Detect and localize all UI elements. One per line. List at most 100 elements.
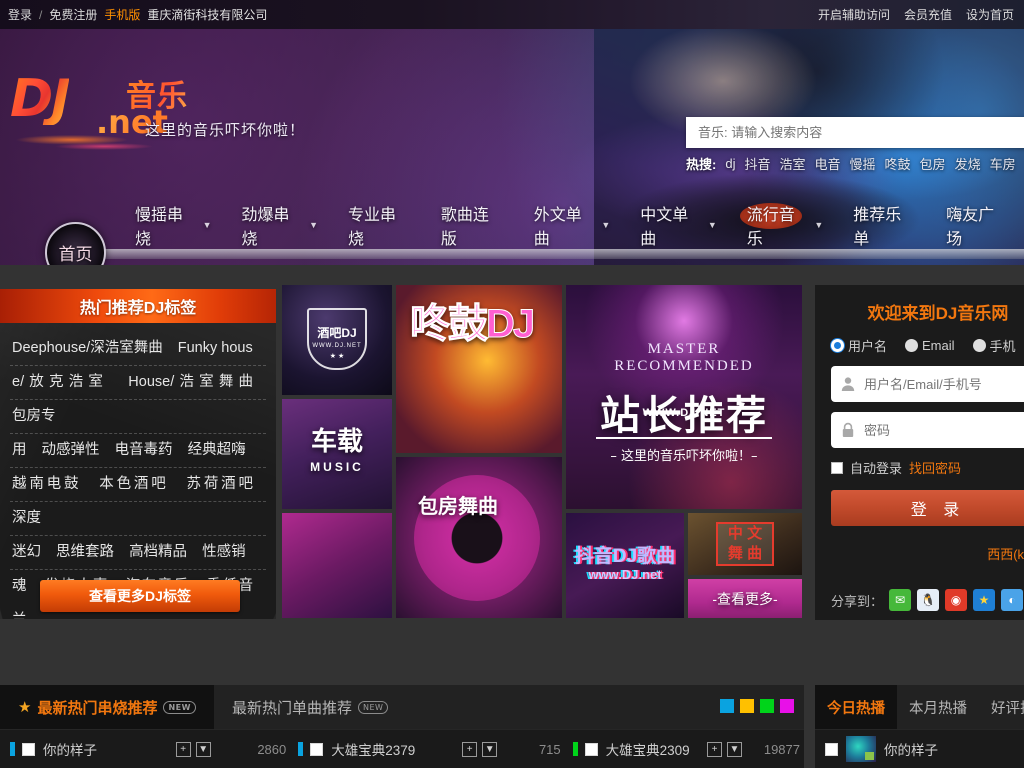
nav-item-1[interactable]: 劲爆串烧 ▼ xyxy=(227,201,334,249)
tab-month-hot[interactable]: 本月热播 xyxy=(897,685,979,729)
tag-link[interactable]: 用 xyxy=(12,442,27,458)
tab-latest-single[interactable]: 最新热门单曲推荐 NEW xyxy=(214,685,406,729)
thumb-chinese-dance[interactable]: 中 文 舞 曲 xyxy=(688,513,802,575)
view-more-thumb-button[interactable]: -查看更多- xyxy=(688,579,802,618)
accessibility-link[interactable]: 开启辅助访问 xyxy=(818,6,890,23)
thumb-bar-dj[interactable]: 酒吧DJ WWW.DJ.NET ★ ★ xyxy=(282,285,392,395)
thumb-mic-dj[interactable]: 包房舞曲 xyxy=(396,457,562,618)
hot-tag-4[interactable]: 慢摇 xyxy=(850,154,876,173)
tag-link[interactable]: House/浩室舞曲 xyxy=(128,374,253,390)
color-dot-yellow[interactable] xyxy=(740,699,754,713)
nav-item-0[interactable]: 慢摇串烧 ▼ xyxy=(120,201,227,249)
username-input[interactable] xyxy=(864,368,1024,400)
tag-link[interactable]: Deephouse/深浩室舞曲 xyxy=(12,340,163,356)
nav-item-8[interactable]: 嗨友广场 xyxy=(931,201,1024,249)
hot-tag-7[interactable]: 发烧 xyxy=(955,154,981,173)
thumb-master-recommended[interactable]: MASTER RECOMMENDED 站长推荐 WWW.DJ.NET – 这里的… xyxy=(566,285,802,509)
tag-link[interactable]: Funky hous xyxy=(178,340,253,356)
tag-link[interactable]: 高档精品 xyxy=(129,544,187,560)
tag-link[interactable]: 思维套路 xyxy=(56,544,114,560)
radio-phone[interactable]: 手机 xyxy=(972,336,1016,355)
song-checkbox[interactable] xyxy=(22,742,35,756)
tag-link[interactable]: 动感弹性 xyxy=(42,442,100,458)
thumb-douyin-dj[interactable]: 抖音DJ歌曲 www.DJ.net xyxy=(566,513,684,618)
hot-tag-1[interactable]: 抖音 xyxy=(744,154,770,173)
tab-latest-mix[interactable]: ★ 最新热门串烧推荐 NEW xyxy=(0,685,214,729)
song-add-button[interactable]: + xyxy=(707,741,722,757)
tag-link[interactable]: 深度 xyxy=(12,510,41,526)
song-download-button[interactable]: ▼ xyxy=(727,741,742,757)
song-title[interactable]: 你的样子 xyxy=(43,739,97,759)
username-field-wrap[interactable] xyxy=(831,366,1024,402)
tag-link[interactable]: 包房专 xyxy=(12,408,56,424)
more-dj-tags-button[interactable]: 查看更多DJ标签 xyxy=(40,580,240,612)
promo-thumbnail-grid: 酒吧DJ WWW.DJ.NET ★ ★ 车载 MUSIC 咚鼓DJ 包房舞曲 M… xyxy=(278,285,808,620)
nav-item-6[interactable]: 流行音乐 ▼ xyxy=(732,201,839,249)
hot-play-title[interactable]: 你的样子 xyxy=(884,739,938,759)
radio-email[interactable]: Email xyxy=(905,338,955,353)
hot-tag-2[interactable]: 浩室 xyxy=(779,154,805,173)
hot-tag-3[interactable]: 电音 xyxy=(815,154,841,173)
nav-item-3[interactable]: 歌曲连版 xyxy=(426,201,519,249)
nav-item-7[interactable]: 推荐乐单 xyxy=(838,201,931,249)
promo-link[interactable]: 西西(ks32 xyxy=(831,544,1024,563)
song-add-button[interactable]: + xyxy=(175,741,191,757)
song-title[interactable]: 大雄宝典2309 xyxy=(606,739,690,759)
hot-tag-8[interactable]: 车房 xyxy=(990,154,1016,173)
login-submit-button[interactable]: 登 录 xyxy=(831,490,1024,526)
hot-play-checkbox[interactable] xyxy=(825,742,838,756)
weibo-icon[interactable]: ◉ xyxy=(945,589,968,611)
search-input[interactable] xyxy=(686,118,976,147)
tag-link[interactable]: 经典超嗨 xyxy=(188,442,246,458)
tab-today-hot[interactable]: 今日热播 xyxy=(815,685,897,729)
mobile-version-link[interactable]: 手机版 xyxy=(104,6,140,23)
song-title[interactable]: 大雄宝典2379 xyxy=(331,739,415,759)
tab-top-rated[interactable]: 好评排 xyxy=(979,685,1024,729)
tag-link[interactable]: 苏荷酒吧 xyxy=(187,476,254,492)
tag-link[interactable]: 魂 xyxy=(12,578,28,594)
tag-link[interactable]: 越南电鼓 xyxy=(12,476,81,492)
member-recharge-link[interactable]: 会员充值 xyxy=(904,6,952,23)
radio-username[interactable]: 用户名 xyxy=(831,336,887,355)
song-download-button[interactable]: ▼ xyxy=(195,741,211,757)
login-link[interactable]: 登录 xyxy=(8,6,32,23)
qzone-icon[interactable]: ◐ xyxy=(1001,589,1024,611)
hot-tag-0[interactable]: dj xyxy=(725,156,735,171)
qq-icon[interactable]: 🐧 xyxy=(917,589,940,611)
search-box[interactable] xyxy=(686,117,1024,148)
set-homepage-link[interactable]: 设为首页 xyxy=(966,6,1014,23)
tag-link[interactable]: 迷幻 xyxy=(12,544,41,560)
hot-tag-5[interactable]: 咚鼓 xyxy=(885,154,911,173)
tag-link[interactable]: 性感销 xyxy=(202,544,246,560)
song-add-button[interactable]: + xyxy=(462,741,478,757)
tag-link[interactable]: 兰 xyxy=(12,612,27,619)
song-checkbox[interactable] xyxy=(310,742,324,756)
color-dot-magenta[interactable] xyxy=(780,699,794,713)
radio-phone-icon[interactable] xyxy=(972,339,986,352)
password-input[interactable] xyxy=(864,414,1024,446)
radio-username-icon[interactable] xyxy=(831,339,844,352)
master-en-line1: MASTER xyxy=(647,341,721,357)
nav-item-2[interactable]: 专业串烧 xyxy=(333,201,426,249)
hot-tag-6[interactable]: 包房 xyxy=(920,154,946,173)
color-dot-green[interactable] xyxy=(760,699,774,713)
register-link[interactable]: 免费注册 xyxy=(49,6,97,23)
nav-item-5[interactable]: 中文单曲 ▼ xyxy=(625,201,732,249)
favorite-star-icon[interactable]: ★ xyxy=(973,589,996,611)
nav-item-4[interactable]: 外文单曲 ▼ xyxy=(519,201,626,249)
hot-play-thumbnail[interactable] xyxy=(846,736,876,762)
radio-email-icon[interactable] xyxy=(905,339,919,352)
color-dot-blue[interactable] xyxy=(720,699,734,713)
password-field-wrap[interactable] xyxy=(831,412,1024,448)
thumb-car-dj[interactable]: 车载 MUSIC xyxy=(282,399,392,509)
forgot-password-link[interactable]: 找回密码 xyxy=(909,458,961,477)
thumb-dong-dj[interactable]: 咚鼓DJ xyxy=(396,285,562,453)
tag-link[interactable]: 本色酒吧 xyxy=(99,476,168,492)
tag-link[interactable]: e/放克浩室 xyxy=(12,374,108,390)
auto-login-checkbox[interactable] xyxy=(831,461,843,474)
thumb-pink-promo[interactable] xyxy=(282,513,392,618)
tag-link[interactable]: 电音毒药 xyxy=(115,442,173,458)
song-checkbox[interactable] xyxy=(584,742,598,756)
wechat-icon[interactable]: ✉ xyxy=(889,589,912,611)
song-download-button[interactable]: ▼ xyxy=(482,741,498,757)
